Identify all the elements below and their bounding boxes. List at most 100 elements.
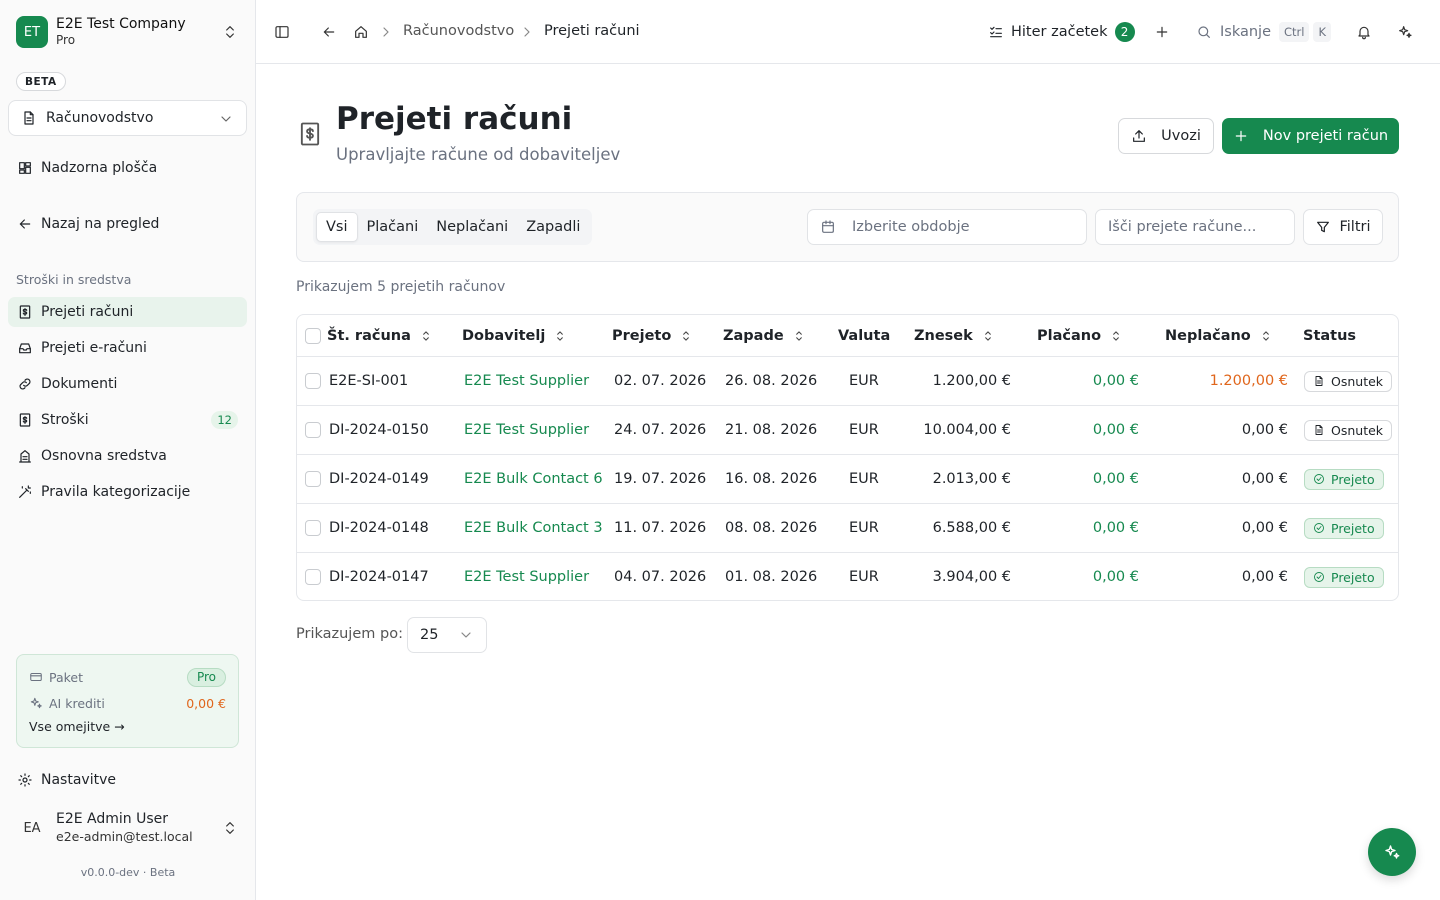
table-row[interactable]: DI-2024-0147 E2E Test Supplier 04. 07. 202…: [297, 552, 1398, 600]
column-header-received[interactable]: Prejeto: [612, 315, 693, 356]
supplier-link[interactable]: E2E Bulk Contact 6: [464, 455, 603, 503]
date-range-picker[interactable]: Izberite obdobje: [807, 209, 1087, 245]
due-date: 21. 08. 2026: [725, 422, 818, 438]
select-all-checkbox[interactable]: [305, 327, 321, 344]
table-row[interactable]: DI-2024-0150 E2E Test Supplier 24. 07. 202…: [297, 405, 1398, 454]
sidebar-item-label: Dokumenti: [41, 376, 118, 392]
table-row[interactable]: DI-2024-0149 E2E Bulk Contact 6 19. 07. 20…: [297, 454, 1398, 503]
currency: EUR: [849, 471, 879, 487]
plan-row: Paket Pro: [29, 667, 226, 687]
invoice-number[interactable]: DI-2024-0148: [329, 504, 429, 552]
breadcrumb-current: Prejeti računi: [544, 23, 640, 39]
credits-row: AI krediti 0,00 €: [29, 693, 226, 713]
status-cell: Osnutek: [1304, 406, 1393, 454]
row-select-cell: [305, 455, 321, 503]
quick-start-label: Hiter začetek: [1011, 24, 1108, 40]
column-header-number[interactable]: Št. računa: [327, 315, 433, 356]
supplier-link[interactable]: E2E Test Supplier: [464, 553, 589, 600]
topbar: Računovodstvo Prejeti računi Hiter začet…: [256, 0, 1440, 64]
invoice-number[interactable]: DI-2024-0149: [329, 455, 429, 503]
tab-overdue[interactable]: Zapadli: [517, 212, 589, 242]
column-header-paid[interactable]: Plačano: [1037, 315, 1123, 356]
quick-start-button[interactable]: Hiter začetek 2: [988, 21, 1135, 43]
sidebar-toggle-icon[interactable]: [274, 24, 290, 40]
company-logo: ET: [16, 16, 48, 48]
amount: 2.013,00 €: [932, 471, 1011, 487]
search-input[interactable]: [1095, 209, 1295, 245]
supplier-link[interactable]: E2E Bulk Contact 3: [464, 504, 603, 552]
plus-icon[interactable]: [1154, 24, 1170, 40]
row-checkbox[interactable]: [305, 569, 321, 585]
unpaid-amount: 0,00 €: [1241, 422, 1288, 438]
table-row[interactable]: DI-2024-0148 E2E Bulk Contact 3 11. 07. 20…: [297, 503, 1398, 552]
user-menu[interactable]: EA E2E Admin User e2e-admin@test.local: [16, 808, 246, 848]
sidebar-item-label: Pravila kategorizacije: [41, 484, 191, 500]
credits-label: AI krediti: [49, 695, 105, 711]
search-button[interactable]: Iskanje Ctrl K: [1196, 21, 1332, 43]
row-checkbox[interactable]: [305, 422, 321, 438]
plan-card: Paket Pro AI krediti 0,00 € Vse omejitve…: [16, 654, 239, 748]
sort-icon: [553, 329, 567, 343]
sidebar-item-dashboard[interactable]: Nadzorna plošča: [8, 153, 247, 183]
per-page-select[interactable]: 25: [407, 617, 487, 653]
supplier-link[interactable]: E2E Test Supplier: [464, 406, 589, 454]
sidebar-item-label: Prejeti e-računi: [41, 340, 147, 356]
sidebar-item-back[interactable]: Nazaj na pregled: [8, 209, 247, 239]
per-page-label: Prikazujem po:: [296, 626, 403, 642]
filter-bar: Vsi Plačani Neplačani Zapadli Izberite o…: [296, 192, 1399, 262]
invoice-number[interactable]: E2E-SI-001: [329, 357, 408, 405]
invoice-number[interactable]: DI-2024-0150: [329, 406, 429, 454]
page-subtitle: Upravljajte račune od dobaviteljev: [336, 145, 621, 164]
row-checkbox[interactable]: [305, 373, 321, 389]
chevron-down-icon: [458, 627, 474, 643]
sidebar-item-categorization-rules[interactable]: Pravila kategorizacije: [8, 477, 247, 507]
sidebar-item-received-invoices[interactable]: Prejeti računi: [8, 297, 247, 327]
row-select-cell: [305, 357, 321, 405]
row-checkbox[interactable]: [305, 520, 321, 536]
column-header-unpaid[interactable]: Neplačano: [1165, 315, 1273, 356]
sidebar-item-settings[interactable]: Nastavitve: [8, 765, 247, 795]
chevrons-up-down-icon: [222, 820, 238, 836]
import-button[interactable]: Uvozi: [1118, 118, 1214, 154]
company-switcher[interactable]: ET E2E Test Company Pro: [16, 14, 246, 50]
section-select[interactable]: Računovodstvo: [8, 100, 247, 136]
supplier-link[interactable]: E2E Test Supplier: [464, 357, 589, 405]
shortcut-key: Ctrl: [1279, 22, 1310, 42]
column-header-supplier[interactable]: Dobavitelj: [462, 315, 567, 356]
received-date: 04. 07. 2026: [614, 569, 707, 585]
bell-icon[interactable]: [1356, 24, 1372, 40]
document-icon: [21, 110, 37, 126]
column-label: Št. računa: [327, 327, 411, 344]
status-badge: Prejeto: [1304, 517, 1384, 539]
date-range-placeholder: Izberite obdobje: [852, 219, 970, 235]
currency: EUR: [849, 569, 879, 585]
invoice-number[interactable]: DI-2024-0147: [329, 553, 429, 600]
sidebar-item-fixed-assets[interactable]: Osnovna sredstva: [8, 441, 247, 471]
row-checkbox[interactable]: [305, 471, 321, 487]
status-tabs: Vsi Plačani Neplačani Zapadli: [313, 209, 593, 245]
chevron-down-icon: [218, 111, 234, 127]
filters-button[interactable]: Filtri: [1303, 209, 1383, 245]
tab-unpaid[interactable]: Neplačani: [427, 212, 517, 242]
sidebar-item-received-einvoices[interactable]: Prejeti e-računi: [8, 333, 247, 363]
sidebar-item-documents[interactable]: Dokumenti: [8, 369, 247, 399]
column-header-due[interactable]: Zapade: [723, 315, 806, 356]
table-row[interactable]: E2E-SI-001 E2E Test Supplier 02. 07. 2026 2…: [297, 356, 1398, 405]
section-select-label: Računovodstvo: [46, 110, 154, 126]
sparkles-icon[interactable]: [1397, 24, 1413, 40]
tab-paid[interactable]: Plačani: [358, 212, 428, 242]
back-arrow-icon[interactable]: [321, 24, 337, 40]
new-invoice-button[interactable]: Nov prejeti račun: [1222, 118, 1399, 154]
sort-icon: [419, 329, 433, 343]
home-icon[interactable]: [353, 24, 369, 40]
status-cell: Prejeto: [1304, 455, 1384, 503]
dashboard-icon: [17, 160, 33, 176]
tab-all[interactable]: Vsi: [316, 212, 358, 242]
status-label: Prejeto: [1331, 569, 1375, 585]
sidebar-item-expenses[interactable]: Stroški 12: [8, 405, 247, 435]
ai-assistant-button[interactable]: [1368, 828, 1416, 876]
column-header-amount[interactable]: Znesek: [914, 315, 995, 356]
all-limits-link[interactable]: Vse omejitve →: [29, 719, 226, 734]
breadcrumb-accounting[interactable]: Računovodstvo: [403, 23, 514, 39]
search-icon: [1196, 24, 1212, 40]
